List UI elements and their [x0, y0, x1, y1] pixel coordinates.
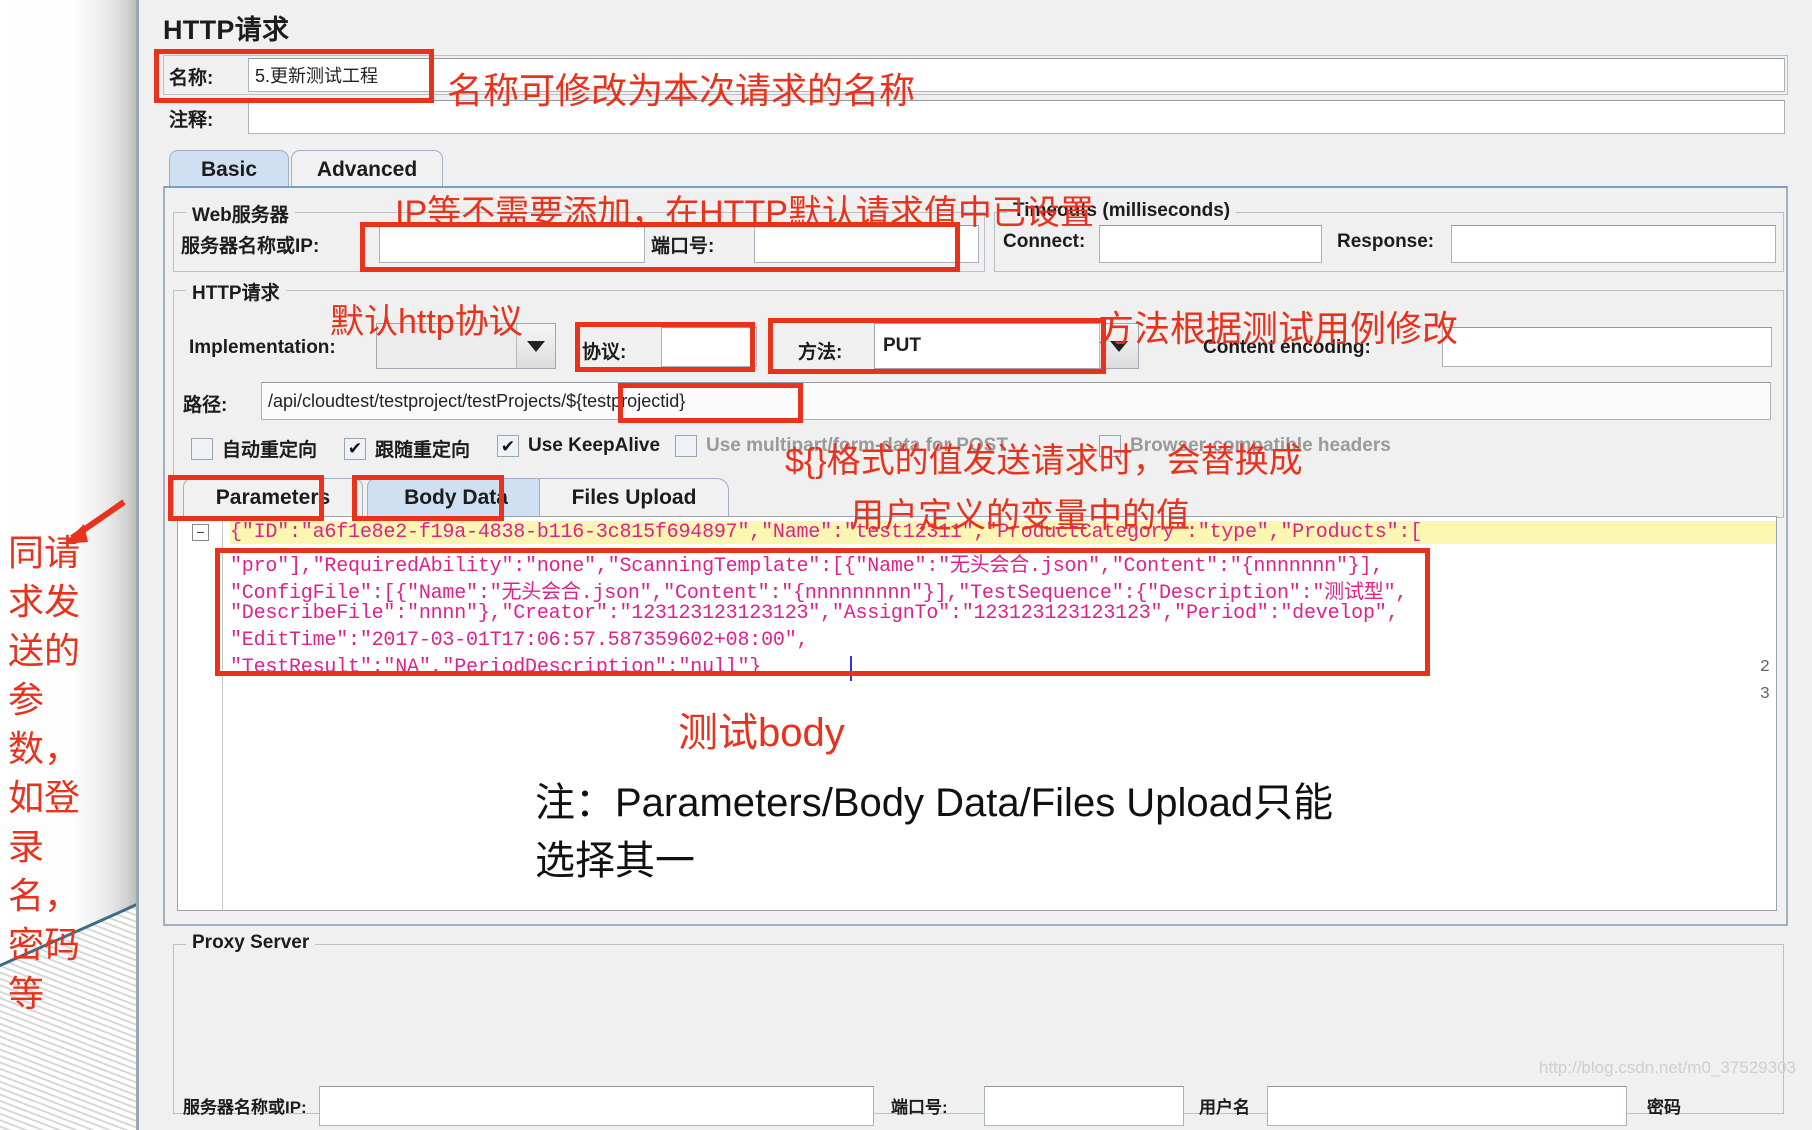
annotation-box-name [154, 49, 434, 103]
annotation-box-path-variable [618, 383, 803, 423]
option-keepalive[interactable]: ✔ Use KeepAlive [497, 435, 660, 457]
annotation-bottom-note-1: 注：Parameters/Body Data/Files Upload只能 [535, 770, 1333, 828]
web-server-group-title: Web服务器 [186, 200, 295, 227]
connect-label: Connect: [1003, 231, 1085, 253]
annotation-box-body-data-tab [352, 475, 504, 521]
checkbox-keepalive[interactable]: ✔ [497, 435, 519, 457]
tab-basic[interactable]: Basic [169, 150, 289, 188]
annotation-bottom-note-2: 选择其一 [535, 828, 695, 886]
annotation-method-note: 方法根据测试用例修改 [1098, 300, 1458, 352]
tab-files-upload[interactable]: Files Upload [539, 478, 729, 516]
annotation-box-method [768, 318, 1106, 374]
proxy-server-name-input[interactable] [319, 1086, 874, 1126]
proxy-username-input[interactable] [1267, 1086, 1627, 1126]
proxy-password-label: 密码 [1647, 1093, 1681, 1118]
annotation-box-body-content [215, 548, 1430, 676]
implementation-label: Implementation: [189, 337, 336, 359]
option-label: Use KeepAlive [528, 435, 660, 457]
watermark-text: http://blog.csdn.net/m0_37529303 [1539, 1058, 1796, 1078]
annotation-variable-note-1: ${}格式的值发送请求时，会替换成 [785, 433, 1303, 482]
option-label: 跟随重定向 [375, 435, 470, 462]
checkbox-multipart[interactable] [675, 435, 697, 457]
comment-label: 注释: [169, 105, 213, 132]
path-input[interactable]: /api/cloudtest/testproject/testProjects/… [261, 382, 1771, 420]
server-name-label: 服务器名称或IP: [181, 231, 319, 258]
page-title: HTTP请求 [163, 8, 289, 47]
annotation-name-note: 名称可修改为本次请求的名称 [447, 62, 915, 114]
proxy-port-input[interactable] [984, 1086, 1184, 1126]
line-number: 2 [1760, 658, 1770, 677]
annotation-ip-note: IP等不需要添加，在HTTP默认请求值中已设置 [395, 185, 1094, 234]
code-fold-toggle-icon[interactable]: − [192, 524, 209, 541]
annotation-box-protocol [575, 322, 755, 372]
annotation-protocol-note: 默认http协议 [330, 294, 523, 343]
annotation-variable-note-2: 用户定义的变量中的值 [850, 488, 1190, 537]
option-follow-redirect[interactable]: ✔ 跟随重定向 [344, 435, 470, 462]
proxy-server-name-label: 服务器名称或IP: [183, 1093, 307, 1118]
checkbox-follow-redirect[interactable]: ✔ [344, 438, 366, 460]
tab-advanced[interactable]: Advanced [291, 150, 443, 188]
option-auto-redirect[interactable]: 自动重定向 [191, 435, 317, 462]
response-input[interactable] [1451, 225, 1776, 263]
connect-input[interactable] [1099, 225, 1322, 263]
proxy-username-label: 用户名 [1199, 1093, 1250, 1118]
proxy-server-group-title: Proxy Server [186, 932, 315, 954]
checkbox-auto-redirect[interactable] [191, 438, 213, 460]
option-label: 自动重定向 [222, 435, 317, 462]
proxy-port-label: 端口号: [891, 1093, 948, 1118]
path-label: 路径: [183, 390, 227, 417]
annotation-box-parameters-tab [168, 475, 324, 521]
line-number: 3 [1760, 685, 1770, 704]
response-label: Response: [1337, 231, 1434, 253]
side-note-text: 同请求发送的参数，如登录名，密码等 [8, 528, 104, 1018]
annotation-body-note: 测试body [678, 700, 845, 758]
content-encoding-input[interactable] [1442, 327, 1772, 367]
http-request-group-title: HTTP请求 [186, 278, 286, 305]
